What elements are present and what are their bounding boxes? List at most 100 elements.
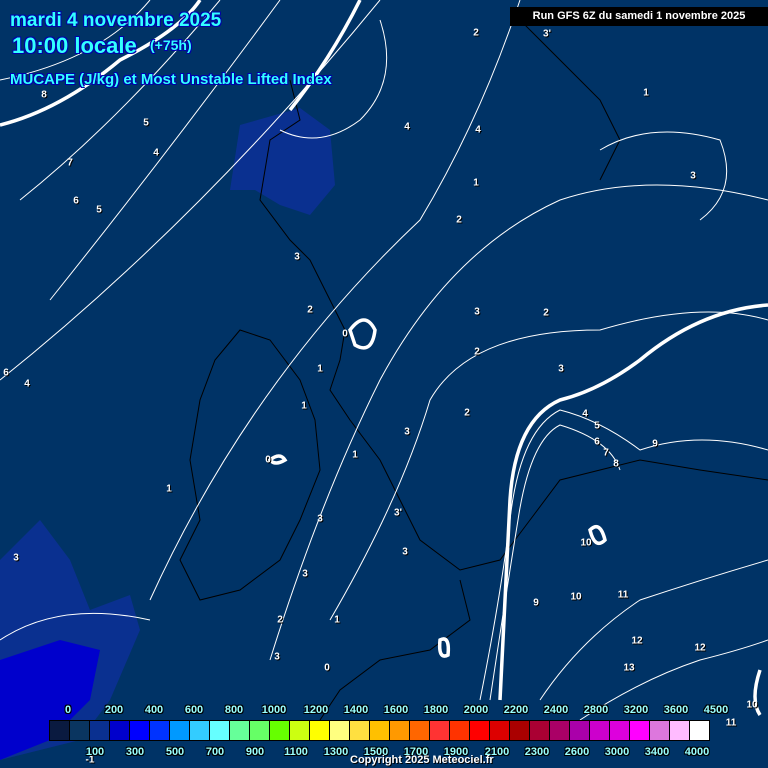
colorbar-top-label: 2000	[463, 704, 489, 716]
colorbar-top-label: 3200	[623, 704, 649, 716]
colorbar-bottom-label: 1300	[323, 746, 349, 758]
contour-label: 3	[13, 552, 19, 564]
colorbar-bottom-label: 900	[245, 746, 265, 758]
colorbar-top-label: 200	[104, 704, 124, 716]
colorbar-swatch	[510, 721, 530, 740]
contour-label: 3	[474, 306, 480, 318]
colorbar-swatch	[130, 721, 150, 740]
colorbar-swatch	[250, 721, 270, 740]
weather-map: 8 5 4 7 6 5 2 3' 1 4 4 3 1 2 3 2 0 3 2 2 1 3 4 5 6 7 8 9 1 0 1 2 3 1 3' 3 3 1…	[0, 0, 768, 768]
run-info: Run GFS 6Z du samedi 1 novembre 2025	[510, 7, 768, 26]
colorbar-top-label: 400	[144, 704, 164, 716]
colorbar-swatch	[670, 721, 690, 740]
contour-label: 3	[690, 170, 696, 182]
colorbar-swatch	[470, 721, 490, 740]
contour-label: 3'	[543, 28, 551, 40]
colorbar-top-label: 3600	[663, 704, 689, 716]
colorbar-bottom-label: 2600	[564, 746, 590, 758]
colorbar-swatch	[390, 721, 410, 740]
colorbar-top-label: 0	[64, 704, 72, 716]
colorbar-top-label: 1400	[343, 704, 369, 716]
contour-label: 10	[570, 591, 582, 603]
colorbar-swatch	[570, 721, 590, 740]
contour-label: 7	[603, 447, 609, 459]
contour-label: 8	[613, 458, 619, 470]
contour-label: 9	[652, 438, 658, 450]
contour-label: 11	[725, 717, 737, 729]
colorbar-bottom-label: 2300	[524, 746, 550, 758]
contour-label: 4	[153, 147, 159, 159]
forecast-time: 10:00 locale	[12, 33, 137, 58]
colorbar-swatch	[550, 721, 570, 740]
contour-label: 2	[456, 214, 462, 226]
contour-label: 3'	[394, 507, 402, 519]
copyright: Copyright 2025 Meteociel.fr	[350, 754, 494, 766]
colorbar-swatch	[330, 721, 350, 740]
colorbar-top-label: 2400	[543, 704, 569, 716]
colorbar-bottom-label: 100	[85, 746, 105, 758]
colorbar-bottom-label: 3000	[604, 746, 630, 758]
contour-label: 1	[352, 449, 358, 461]
forecast-date: mardi 4 novembre 2025	[10, 10, 222, 31]
contour-label: 5	[143, 117, 149, 129]
contour-label: 1	[166, 483, 172, 495]
contour-label: 13	[623, 662, 635, 674]
contour-label: 2	[277, 614, 283, 626]
contour-label: 11	[617, 589, 629, 601]
colorbar-swatch	[490, 721, 510, 740]
contour-label: 12	[631, 635, 643, 647]
contour-label: 1	[317, 363, 323, 375]
colorbar-bottom-label: 4000	[684, 746, 710, 758]
colorbar-swatch	[610, 721, 630, 740]
contour-label: 4	[24, 378, 30, 390]
forecast-lead-time: (+75h)	[150, 37, 192, 53]
colorbar-swatch	[110, 721, 130, 740]
colorbar-bottom-label: 300	[125, 746, 145, 758]
contour-label: 2	[474, 346, 480, 358]
contour-label: 2	[473, 27, 479, 39]
contour-label: 3	[317, 513, 323, 525]
contour-label: 10	[746, 699, 758, 711]
contour-label: 2	[464, 407, 470, 419]
colorbar-swatch	[190, 721, 210, 740]
contour-label: 9	[533, 597, 539, 609]
colorbar-swatch	[90, 721, 110, 740]
contour-label: 6	[3, 367, 9, 379]
contour-label: 3	[402, 546, 408, 558]
contour-label: 3	[404, 426, 410, 438]
colorbar-swatch	[270, 721, 290, 740]
contour-label: 3	[294, 251, 300, 263]
colorbar-swatch	[450, 721, 470, 740]
colorbar-swatch	[290, 721, 310, 740]
colorbar-swatch	[630, 721, 650, 740]
colorbar-top-label: 2200	[503, 704, 529, 716]
contour-label: 8	[41, 89, 47, 101]
colorbar-swatch	[70, 721, 90, 740]
cape-area-north	[230, 108, 335, 215]
colorbar-swatch	[650, 721, 670, 740]
colorbar-bottom-label: 700	[205, 746, 225, 758]
colorbar-top-label: 600	[184, 704, 204, 716]
contour-label: 4	[404, 121, 410, 133]
contour-label: 10	[580, 537, 592, 549]
colorbar-bottom-label: 500	[165, 746, 185, 758]
colorbar-swatch	[50, 721, 70, 740]
contour-label: 1	[643, 87, 649, 99]
colorbar-swatch	[170, 721, 190, 740]
contour-label: 1	[473, 177, 479, 189]
colorbar-top-label: 800	[224, 704, 244, 716]
contour-label: 5	[594, 420, 600, 432]
colorbar-bottom-label: 1100	[284, 746, 308, 758]
colorbar-swatch	[230, 721, 250, 740]
colorbar	[49, 720, 710, 741]
contour-label: 6	[594, 436, 600, 448]
colorbar-swatch	[350, 721, 370, 740]
contour-label: 5	[96, 204, 102, 216]
colorbar-swatch	[530, 721, 550, 740]
colorbar-top-label: 1800	[423, 704, 449, 716]
contour-label: 2	[307, 304, 313, 316]
colorbar-top-label: 4500	[703, 704, 729, 716]
contour-label: 4	[582, 408, 588, 420]
contour-label: 1	[301, 400, 307, 412]
colorbar-bottom-label: 3400	[644, 746, 670, 758]
